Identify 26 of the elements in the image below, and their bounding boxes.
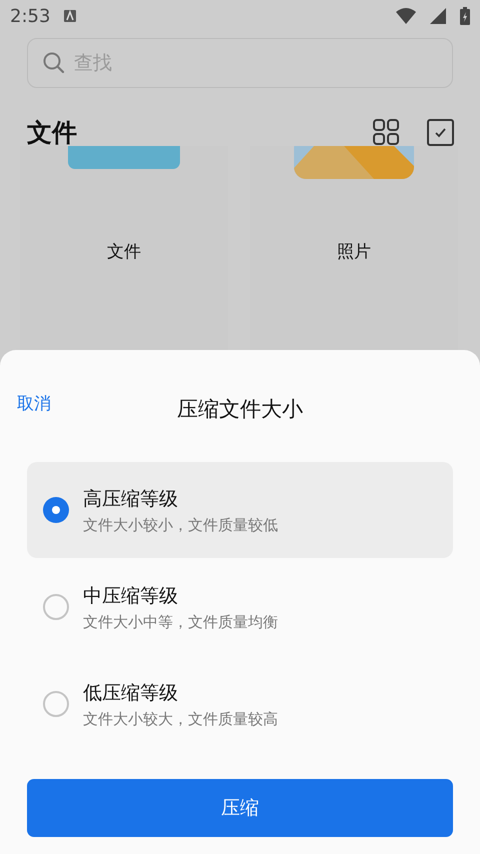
search-icon <box>43 52 65 74</box>
radio-button[interactable] <box>43 497 69 523</box>
select-checkbox-icon[interactable] <box>427 118 454 146</box>
battery-icon <box>460 7 470 25</box>
option-description: 文件大小较小，文件质量较低 <box>83 516 278 534</box>
option-title: 低压缩等级 <box>83 680 179 706</box>
option-title: 高压缩等级 <box>83 486 179 512</box>
compression-option[interactable]: 高压缩等级 文件大小较小，文件质量较低 <box>27 462 453 558</box>
option-description: 文件大小中等，文件质量均衡 <box>83 612 278 632</box>
keyboard-icon <box>64 10 76 22</box>
card-label: 文件 <box>107 241 141 263</box>
radio-button[interactable] <box>43 691 69 717</box>
compression-option[interactable]: 中压缩等级 文件大小中等，文件质量均衡 <box>27 559 453 655</box>
section-title: 文件 <box>27 116 78 148</box>
signal-icon <box>430 8 446 24</box>
clock: 2:53 <box>10 6 50 26</box>
sheet-title: 压缩文件大小 <box>177 396 303 423</box>
option-title: 中压缩等级 <box>83 584 179 608</box>
radio-button[interactable] <box>43 594 69 620</box>
wifi-icon <box>396 8 416 24</box>
card-label: 照片 <box>337 241 371 263</box>
cancel-button[interactable]: 取消 <box>17 392 51 415</box>
compression-option[interactable]: 低压缩等级 文件大小较大，文件质量较高 <box>27 656 453 752</box>
option-description: 文件大小较大，文件质量较高 <box>83 710 278 728</box>
grid-view-icon[interactable] <box>373 119 399 145</box>
compress-button[interactable]: 压缩 <box>27 779 453 837</box>
